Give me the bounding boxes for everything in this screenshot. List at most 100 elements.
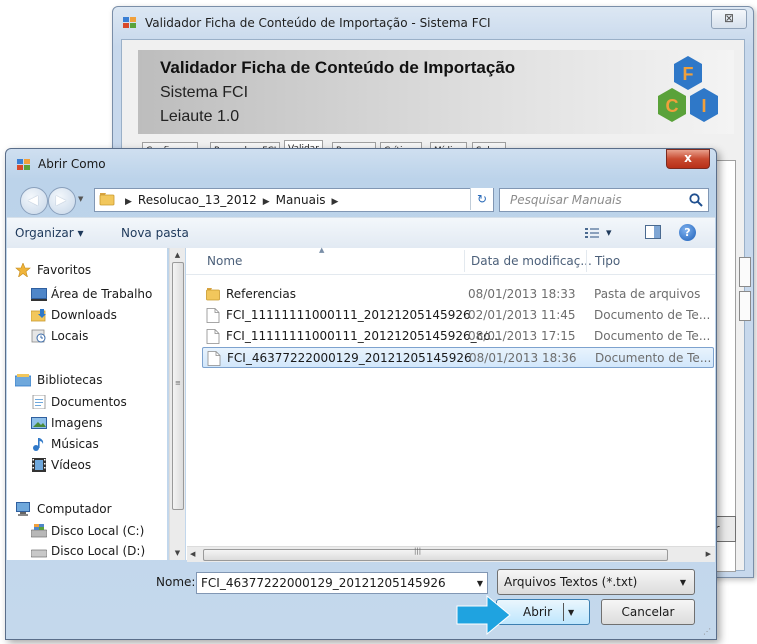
file-list-horizontal-scrollbar[interactable]: ◀ ||| ▶ xyxy=(187,546,715,562)
back-arrow-icon: ◀ xyxy=(28,193,38,208)
nav-item-label: Disco Local (C:) xyxy=(51,524,145,538)
panel-field-edge[interactable] xyxy=(739,257,751,287)
panel-action-button[interactable]: r xyxy=(714,516,736,542)
breadcrumb-item-resolucao[interactable]: Resolucao_13_2012 xyxy=(138,193,257,207)
nav-item-disk-d[interactable]: Disco Local (D:) xyxy=(7,541,167,560)
search-input[interactable]: Pesquisar Manuais xyxy=(499,188,709,212)
views-button[interactable]: ▾ xyxy=(584,225,612,241)
nav-item-videos[interactable]: Vídeos xyxy=(7,455,157,475)
file-type: Pasta de arquivos xyxy=(594,287,701,301)
column-header-date[interactable]: Data de modificaç... xyxy=(471,248,592,274)
chevron-down-icon: ▼ xyxy=(679,578,686,587)
nav-computer[interactable]: Computador xyxy=(7,499,157,519)
arrow-right-icon xyxy=(456,595,511,635)
folder-icon xyxy=(99,193,115,206)
file-row[interactable]: FCI_11111111000111_20121205145926_co... … xyxy=(202,326,714,347)
resize-grip-icon[interactable]: ⋰ xyxy=(703,627,713,637)
search-placeholder: Pesquisar Manuais xyxy=(510,193,622,207)
validator-close-button[interactable]: ⊠ xyxy=(711,9,747,29)
filename-input[interactable]: FCI_46377222000129_20121205145926 ▼ xyxy=(196,572,488,594)
help-icon[interactable]: ? xyxy=(679,224,696,241)
documents-icon xyxy=(31,394,47,410)
scroll-up-icon[interactable]: ▲ xyxy=(170,248,185,262)
back-button[interactable]: ◀ xyxy=(20,187,48,215)
open-button-label: Abrir xyxy=(523,605,553,619)
scroll-down-icon[interactable]: ▼ xyxy=(170,546,185,560)
nav-item-label: Vídeos xyxy=(51,458,92,472)
file-type-value: Arquivos Textos (*.txt) xyxy=(504,575,638,589)
preview-pane-icon[interactable] xyxy=(645,225,661,239)
file-name: Referencias xyxy=(226,287,296,301)
file-name: FCI_11111111000111_20121205145926_co... xyxy=(226,329,502,343)
search-icon[interactable] xyxy=(688,192,704,208)
nav-favorites-label: Favoritos xyxy=(37,263,92,277)
scroll-thumb[interactable]: ||| xyxy=(203,547,668,561)
views-dropdown-icon: ▾ xyxy=(606,226,612,239)
organize-button[interactable]: Organizar ▾ xyxy=(15,218,84,248)
new-folder-button[interactable]: Nova pasta xyxy=(121,218,189,248)
column-header-name[interactable]: Nome xyxy=(207,248,242,274)
fci-logo: F C I xyxy=(658,56,718,122)
filename-label: Nome: xyxy=(156,575,196,589)
nav-libraries-label: Bibliotecas xyxy=(37,373,103,387)
breadcrumb-item-manuais[interactable]: Manuais xyxy=(276,193,326,207)
logo-letter-c: C xyxy=(666,96,679,116)
nav-item-downloads[interactable]: Downloads xyxy=(7,305,157,325)
address-bar[interactable]: ▶Resolucao_13_2012▶Manuais▶ ▼ xyxy=(94,188,494,212)
nav-item-music[interactable]: Músicas xyxy=(7,434,157,454)
dialog-title: Abrir Como xyxy=(38,157,106,171)
column-header-type[interactable]: Tipo xyxy=(595,248,620,274)
file-list: ▲ Nome Data de modificaç... Tipo Referen… xyxy=(186,246,715,560)
header-subtitle: Sistema FCI xyxy=(160,84,249,101)
panel-field-edge[interactable] xyxy=(739,291,751,321)
nav-item-label: Músicas xyxy=(51,437,99,451)
column-divider[interactable] xyxy=(464,250,465,272)
cancel-button[interactable]: Cancelar xyxy=(601,599,695,625)
file-type: Documento de Te... xyxy=(594,308,711,322)
filename-dropdown-icon[interactable]: ▼ xyxy=(477,579,483,588)
libraries-icon xyxy=(14,373,32,387)
nav-item-label: Disco Local (D:) xyxy=(51,544,146,558)
text-file-icon xyxy=(206,308,220,323)
refresh-button[interactable]: ↻ xyxy=(470,188,493,210)
validator-titlebar[interactable]: Validador Ficha de Conteúdo de Importaçã… xyxy=(113,7,753,39)
folder-icon xyxy=(206,288,220,301)
details-view-icon xyxy=(585,228,599,238)
nav-item-disk-c[interactable]: Disco Local (C:) xyxy=(7,521,167,541)
breadcrumb: ▶ Resolucao_13_2012 ▶ Manuais ▶ xyxy=(119,189,344,211)
command-bar: Organizar ▾ Nova pasta ▾ ? xyxy=(7,217,715,249)
logo-letter-f: F xyxy=(683,64,694,84)
text-file-icon xyxy=(207,351,221,366)
forward-button[interactable]: ▶ xyxy=(48,187,76,215)
forward-arrow-icon: ▶ xyxy=(56,193,66,208)
scroll-thumb[interactable]: ≡ xyxy=(172,262,184,510)
nav-item-images[interactable]: Imagens xyxy=(7,413,157,433)
nav-libraries[interactable]: Bibliotecas xyxy=(7,370,157,390)
file-date: 02/01/2013 11:45 xyxy=(468,308,576,322)
file-type: Documento de Te... xyxy=(595,351,712,365)
nav-favorites[interactable]: Favoritos xyxy=(7,260,157,280)
file-row[interactable]: Referencias 08/01/2013 18:33 Pasta de ar… xyxy=(202,284,714,305)
header-title: Validador Ficha de Conteúdo de Importaçã… xyxy=(160,58,516,77)
scroll-right-icon[interactable]: ▶ xyxy=(706,547,711,562)
nav-item-desktop[interactable]: Área de Trabalho xyxy=(7,284,167,304)
scroll-left-icon[interactable]: ◀ xyxy=(190,547,195,562)
column-divider[interactable] xyxy=(586,250,587,272)
file-row[interactable]: FCI_11111111000111_20121205145926 02/01/… xyxy=(202,305,714,326)
file-name: FCI_46377222000129_20121205145926 xyxy=(227,351,472,365)
images-icon xyxy=(31,416,47,430)
file-date: 08/01/2013 17:15 xyxy=(468,329,576,343)
open-options-dropdown-icon[interactable]: ▼ xyxy=(568,608,574,617)
file-type: Documento de Te... xyxy=(594,329,711,343)
file-type-select[interactable]: Arquivos Textos (*.txt) ▼ xyxy=(497,569,695,595)
nav-item-documents[interactable]: Documentos xyxy=(7,392,157,412)
column-headers: ▲ Nome Data de modificaç... Tipo xyxy=(186,246,715,275)
navigation-scrollbar[interactable]: ▲ ≡ ▼ xyxy=(169,248,185,560)
file-date: 08/01/2013 18:36 xyxy=(469,351,577,365)
nav-item-label: Locais xyxy=(51,329,89,343)
nav-item-locais[interactable]: Locais xyxy=(7,326,157,346)
file-row-selected[interactable]: FCI_46377222000129_20121205145926 08/01/… xyxy=(202,347,714,368)
computer-icon xyxy=(15,502,31,516)
dialog-close-button[interactable]: x xyxy=(666,149,710,169)
recent-locations-dropdown[interactable]: ▼ xyxy=(78,195,83,203)
